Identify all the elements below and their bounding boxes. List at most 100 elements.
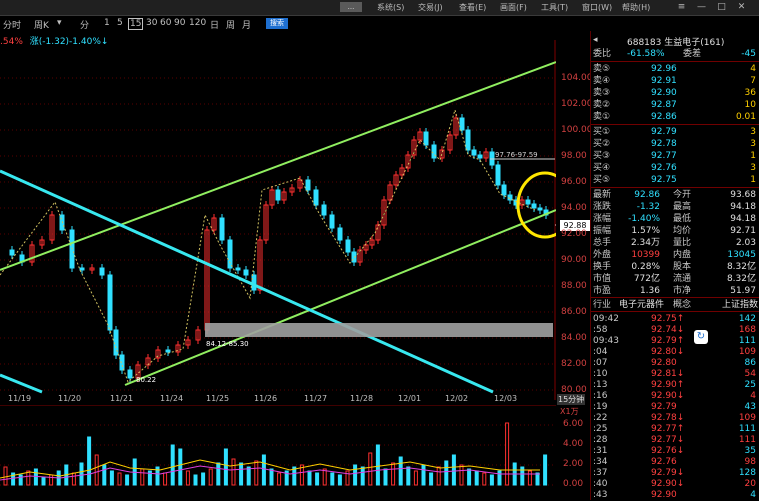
- stat-value-2: 2.03: [735, 238, 756, 248]
- minimize-icon[interactable]: —: [696, 2, 707, 12]
- order-ratio-row: 委比 -61.58% 委差 -45: [591, 48, 759, 60]
- stat-label-2: 最高: [673, 202, 692, 212]
- stat-label: 外盘: [593, 250, 612, 260]
- menu-view[interactable]: 查看(E): [459, 2, 486, 13]
- volume-bar: [185, 470, 190, 486]
- volume-bar: [3, 466, 8, 486]
- volume-bar: [193, 474, 198, 486]
- period-60[interactable]: 60: [160, 18, 171, 28]
- price-tick-label: 86.00: [561, 307, 587, 317]
- stat-row: 涨幅 -1.40% 最低 94.18: [591, 213, 759, 225]
- volume-bar: [383, 468, 388, 486]
- period-5[interactable]: 5: [117, 18, 123, 28]
- volume-bar: [353, 464, 358, 486]
- date-tick-label: 11/21: [110, 394, 134, 403]
- menu-icon[interactable]: ≡: [676, 2, 687, 12]
- volume-bar: [459, 464, 464, 486]
- volume-bar: [315, 472, 320, 486]
- stat-label: 总手: [593, 238, 612, 248]
- panel-divider: [591, 311, 759, 312]
- volume-bar: [163, 472, 168, 486]
- period-90[interactable]: 90: [174, 18, 185, 28]
- period-day[interactable]: 日: [210, 18, 219, 31]
- trend-line-lower: [0, 373, 43, 394]
- volume-bar: [375, 444, 380, 486]
- period-week[interactable]: 周: [226, 18, 235, 31]
- chevron-left-icon[interactable]: ◂: [593, 35, 598, 45]
- date-tick-label: 11/24: [160, 394, 184, 403]
- period-120[interactable]: 120: [189, 18, 206, 28]
- stat-label: 振幅: [593, 226, 612, 236]
- stat-value: 10399: [631, 250, 660, 260]
- ask-label: 卖⑤: [593, 64, 611, 74]
- period-month[interactable]: 月: [242, 18, 251, 31]
- volume-bar: [391, 462, 396, 486]
- candle-body: [537, 207, 543, 211]
- volume-bar: [368, 452, 373, 486]
- candle-body: [99, 267, 105, 276]
- chevron-down-icon[interactable]: ▾: [57, 18, 62, 28]
- stat-value-2: 94.18: [730, 202, 756, 212]
- stat-label: 最新: [593, 190, 612, 200]
- search-button[interactable]: 搜索: [266, 18, 288, 29]
- volume-bar: [398, 456, 403, 486]
- refresh-button[interactable]: ↻: [694, 330, 708, 344]
- stat-row: 最新 92.86 今开 93.68: [591, 189, 759, 201]
- order-ratio-value: -61.58%: [627, 49, 665, 59]
- close-icon[interactable]: ✕: [736, 2, 747, 12]
- stat-value: 2.34万: [630, 238, 660, 248]
- volume-bar: [178, 448, 183, 486]
- menu-trade[interactable]: 交易(J): [418, 2, 443, 13]
- volume-bar: [307, 470, 312, 486]
- volume-bar: [543, 454, 548, 486]
- candle-body: [251, 274, 257, 291]
- maximize-icon[interactable]: □: [716, 2, 727, 12]
- volume-bar: [277, 472, 282, 486]
- candle-body: [495, 164, 501, 186]
- menu-tools[interactable]: 工具(T): [541, 2, 568, 13]
- menu-bar: ... 系统(S) 交易(J) 查看(E) 画面(F) 工具(T) 窗口(W) …: [0, 0, 759, 16]
- stat-label: 市值: [593, 274, 612, 284]
- bid-row: 买① 92.79 3: [591, 126, 759, 138]
- volume-bar: [406, 466, 411, 486]
- price-tick-label: 102.00: [561, 99, 593, 109]
- stat-row: 市值 772亿 流通 8.32亿: [591, 273, 759, 285]
- menu-screen[interactable]: 画面(F): [500, 2, 527, 13]
- menu-window[interactable]: 窗口(W): [582, 2, 612, 13]
- bid-volume: 3: [750, 127, 756, 137]
- volume-bar: [269, 468, 274, 486]
- bid-label: 买②: [593, 139, 611, 149]
- bid-volume: 3: [750, 163, 756, 173]
- volume-bar: [33, 468, 38, 486]
- volume-bar: [26, 470, 31, 486]
- candlestick-chart[interactable]: 97.76-97.59 84.12-85.30 80.22: [0, 40, 556, 400]
- volume-bar: [413, 470, 418, 486]
- period-1[interactable]: 1: [104, 18, 110, 28]
- stat-value: -1.40%: [628, 214, 660, 224]
- industry-row: 行业 电子元器件 概念 上证指数: [591, 299, 759, 311]
- volume-bar: [18, 474, 23, 486]
- bid-price: 92.77: [651, 151, 677, 161]
- volume-bar: [49, 474, 54, 486]
- period-15[interactable]: 15: [128, 18, 144, 30]
- volume-chart[interactable]: [0, 405, 556, 500]
- candle-body: [423, 131, 429, 146]
- volume-bar: [489, 474, 494, 486]
- period-30[interactable]: 30: [146, 18, 157, 28]
- tab-minute[interactable]: 分: [80, 18, 89, 31]
- ask-row: 卖③ 92.90 36: [591, 87, 759, 99]
- annotation-box: 84.12-85.30: [206, 340, 249, 348]
- stat-label-2: 市净: [673, 286, 692, 296]
- candle-body: [337, 227, 343, 241]
- tab-intraday[interactable]: 分时: [3, 18, 21, 31]
- candle-body: [165, 349, 171, 353]
- price-tick-label: 94.00: [561, 203, 587, 213]
- tab-mode[interactable]: 周K: [34, 18, 49, 31]
- menu-tag[interactable]: ...: [340, 2, 362, 12]
- price-tick-label: 82.00: [561, 359, 587, 369]
- stat-value-2: 8.32亿: [726, 274, 756, 284]
- volume-bar: [505, 422, 510, 486]
- menu-system[interactable]: 系统(S): [377, 2, 404, 13]
- menu-help[interactable]: 帮助(H): [622, 2, 650, 13]
- bid-label: 买①: [593, 127, 611, 137]
